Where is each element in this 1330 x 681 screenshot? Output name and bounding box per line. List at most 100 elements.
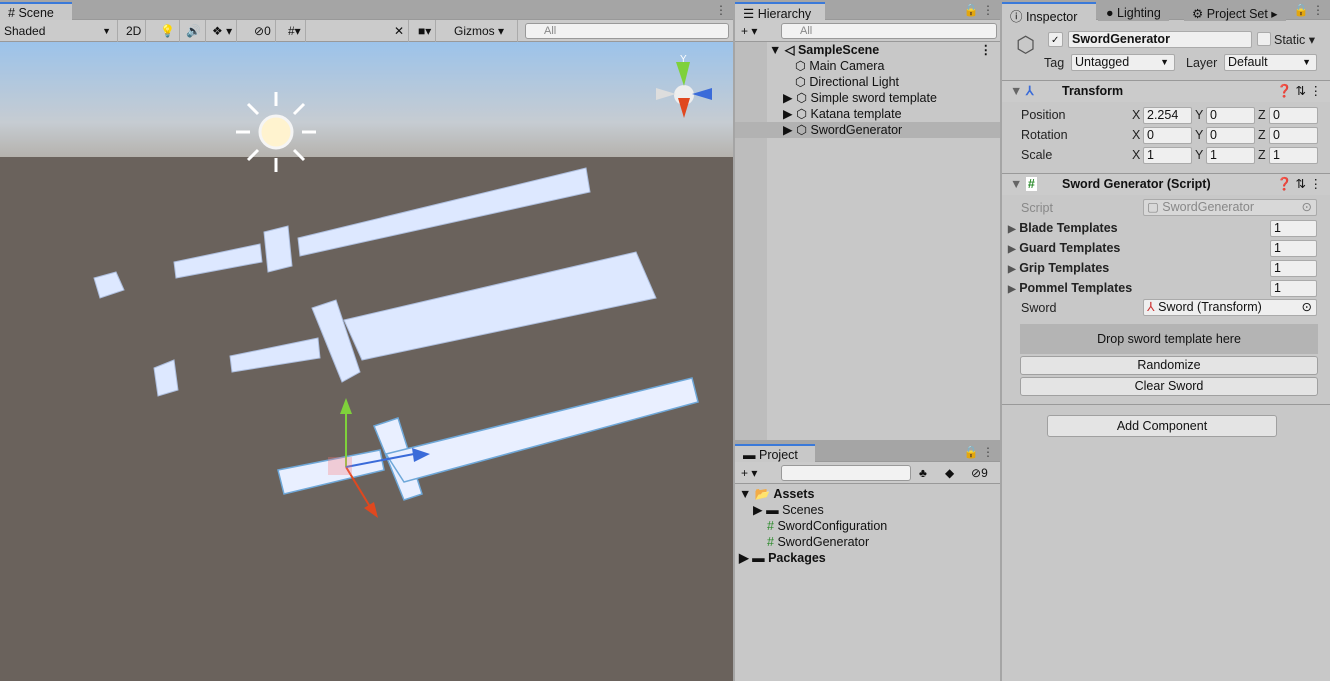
script-label: Script [1021,201,1053,215]
folder-assets[interactable]: ▼ 📂 Assets [735,486,1000,502]
add-button[interactable]: + ▾ [737,20,761,42]
hidden-packages-toggle[interactable]: ⊘9 [967,462,992,484]
hidden-objects-toggle[interactable]: ⊘0 [250,20,276,42]
list-foldout[interactable]: ▶ Guard Templates [1008,241,1120,255]
hierarchy-item[interactable]: ▶ ⬡ Simple sword template [735,90,1000,106]
transform-header[interactable]: ▼ ⅄ Transform ❓ ⇅ ⋮ [1002,80,1330,102]
axis-x-label: X [1132,148,1141,162]
sword-label: Sword [1021,301,1057,315]
rotation-label: Rotation [1021,128,1068,142]
axis-y-label: Y [1195,148,1204,162]
transform-x-field[interactable]: 0 [1143,127,1192,144]
list-size-field[interactable]: 1 [1270,240,1317,257]
scene-tabbar: # Scene ⋮ [0,0,733,21]
lighting-toggle-icon[interactable]: 💡 [156,20,180,42]
scene-toolbar: Shaded ▼ 2D 💡 🔊 ❖ ▾ ⊘0 #▾ ✕ ■▾ Gizmos ▾ A… [0,20,733,42]
list-size-field[interactable]: 1 [1270,220,1317,237]
hidden-count: 0 [264,24,271,38]
list-size-field[interactable]: 1 [1270,280,1317,297]
gizmos-dropdown[interactable]: Gizmos ▾ [450,20,518,42]
tag-dropdown[interactable]: Untagged ▼ [1071,54,1175,71]
add-button[interactable]: + ▾ [737,462,761,484]
tag-label: Tag [1044,56,1065,70]
transform-y-field[interactable]: 0 [1206,127,1255,144]
script-asset[interactable]: # SwordConfiguration [735,518,1000,534]
grid-icon[interactable]: #▾ [284,20,306,42]
axis-y-label: Y [1195,128,1204,142]
folder-packages[interactable]: ▶ ▬ Packages [735,550,1000,566]
lock-and-menu-icon[interactable]: 🔒 ⋮ [964,3,994,17]
script-component-header[interactable]: ▼ # Sword Generator (Script) ❓ ⇅ ⋮ [1002,173,1330,195]
tab-lighting[interactable]: ● Lighting [1098,2,1169,21]
hierarchy-item[interactable]: ⬡ Main Camera [735,58,1000,74]
sun-light-icon[interactable] [236,92,316,172]
inspector-panel: ⓘ Inspector ● Lighting ⚙ Project Set ▸ 🔒… [1002,0,1330,681]
scale-label: Scale [1021,148,1053,162]
tab-inspector[interactable]: ⓘ Inspector [1002,2,1096,24]
layer-dropdown[interactable]: Default ▼ [1224,54,1317,71]
project-search-input[interactable] [781,465,911,481]
project-toolbar: + ▾ ♣ ◆ ⊘9 [735,462,1000,484]
list-foldout[interactable]: ▶ Grip Templates [1008,261,1109,275]
add-component-button[interactable]: Add Component [1047,415,1277,437]
active-checkbox[interactable]: ✓ [1048,32,1063,47]
position-label: Position [1021,108,1066,122]
transform-x-field[interactable]: 2.254 [1143,107,1192,124]
project-tabbar: ▬ Project 🔒 ⋮ [735,442,1000,463]
scene-viewport[interactable]: Y [0,42,733,681]
tab-project[interactable]: ▬ Project [735,444,815,463]
object-name-input[interactable]: SwordGenerator [1068,31,1252,48]
scene-name: SampleScene [797,43,880,57]
audio-toggle-icon[interactable]: 🔊 [182,20,206,42]
lock-and-menu-icon[interactable]: 🔒 ⋮ [964,445,994,459]
transform-z-field[interactable]: 0 [1269,127,1318,144]
list-foldout[interactable]: ▶ Blade Templates [1008,221,1118,235]
transform-x-field[interactable]: 1 [1143,147,1192,164]
hierarchy-tabbar: ☰ Hierarchy 🔒 ⋮ [735,0,1000,21]
scene-panel: # Scene ⋮ Shaded ▼ 2D 💡 🔊 ❖ ▾ ⊘0 #▾ ✕ ■▾ … [0,0,733,681]
axis-x-label: X [1132,108,1141,122]
tab-scene[interactable]: # Scene [0,2,72,21]
hierarchy-search-input[interactable]: All [781,23,997,39]
scene-search-input[interactable]: All [525,23,729,39]
transform-y-field[interactable]: 1 [1206,147,1255,164]
tab-project-settings[interactable]: ⚙ Project Set ▸ [1184,2,1286,21]
tools-icon[interactable]: ✕ [390,20,410,42]
gizmo-y-label: Y [680,54,687,65]
hierarchy-item-selected[interactable]: ▶ ⬡ SwordGenerator [735,122,1000,138]
tab-label: Project [758,448,798,462]
shading-value: Shaded [4,24,46,38]
drop-zone[interactable]: Drop sword template here [1020,324,1318,354]
filter-label-icon[interactable]: ◆ [941,462,958,484]
camera-icon[interactable]: ■▾ [414,20,437,42]
filter-type-icon[interactable]: ♣ [915,462,931,484]
hierarchy-toolbar: + ▾ All [735,20,1000,42]
list-foldout[interactable]: ▶ Pommel Templates [1008,281,1132,295]
randomize-button[interactable]: Randomize [1020,356,1318,375]
shading-dropdown[interactable]: Shaded ▼ [0,20,118,42]
script-asset[interactable]: # SwordGenerator [735,534,1000,550]
menu-icon[interactable]: ⋮ [715,3,727,17]
scene-root[interactable]: ▼ ◁ SampleScene ⋮ [735,42,1000,58]
static-checkbox[interactable] [1257,32,1271,46]
hierarchy-item[interactable]: ⬡ Directional Light [735,74,1000,90]
sword-object-field[interactable]: ⅄ Sword (Transform) ⊙ [1143,299,1317,316]
lock-and-menu-icon[interactable]: 🔒 ⋮ [1294,3,1324,17]
transform-z-field[interactable]: 1 [1269,147,1318,164]
gameobject-icon: ⬡ [1016,32,1036,57]
transform-y-field[interactable]: 0 [1206,107,1255,124]
tab-label: Scene [18,6,54,20]
axis-x-label: X [1132,128,1141,142]
axis-z-label: Z [1258,128,1266,142]
effects-icon[interactable]: ❖ ▾ [208,20,238,42]
hierarchy-item[interactable]: ▶ ⬡ Katana template [735,106,1000,122]
tab-hierarchy[interactable]: ☰ Hierarchy [735,2,825,21]
folder-scenes[interactable]: ▶ ▬ Scenes [735,502,1000,518]
transform-z-field[interactable]: 0 [1269,107,1318,124]
project-panel: ▬ Project 🔒 ⋮ + ▾ ♣ ◆ ⊘9 ▼ 📂 Assets ▶ ▬ … [735,442,1000,681]
clear-sword-button[interactable]: Clear Sword [1020,377,1318,396]
2d-toggle[interactable]: 2D [122,20,147,42]
layer-label: Layer [1186,56,1218,70]
list-size-field[interactable]: 1 [1270,260,1317,277]
static-dropdown[interactable]: Static ▾ [1274,32,1315,47]
